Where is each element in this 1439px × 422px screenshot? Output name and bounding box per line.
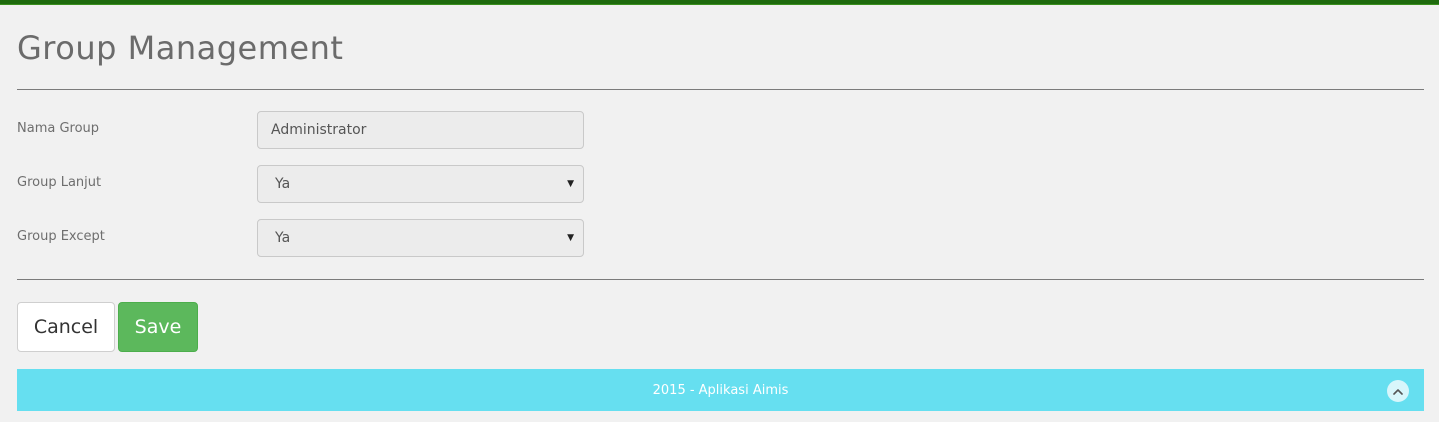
nama-group-input[interactable]: Administrator (257, 111, 584, 149)
chevron-up-icon (1393, 388, 1403, 395)
nama-group-value: Administrator (271, 122, 367, 138)
group-except-select[interactable]: Ya ▼ (257, 219, 584, 257)
form-row-group-except: Group Except Ya ▼ (17, 219, 617, 257)
form-row-group-lanjut: Group Lanjut Ya ▼ (17, 165, 617, 203)
chevron-down-icon: ▼ (567, 179, 574, 189)
cancel-button[interactable]: Cancel (17, 302, 115, 352)
group-except-label: Group Except (17, 229, 105, 244)
top-accent-bar (0, 0, 1439, 5)
group-lanjut-selected: Ya (275, 176, 291, 192)
title-divider (17, 89, 1424, 90)
form-row-nama-group: Nama Group Administrator (17, 111, 617, 149)
group-except-selected: Ya (275, 230, 291, 246)
footer-text: 2015 - Aplikasi Aimis (652, 382, 789, 398)
scroll-to-top-button[interactable] (1387, 380, 1409, 402)
save-button[interactable]: Save (118, 302, 198, 352)
form-divider (17, 279, 1424, 280)
page-title: Group Management (17, 29, 344, 67)
chevron-down-icon: ▼ (567, 233, 574, 243)
footer: 2015 - Aplikasi Aimis (17, 369, 1424, 411)
nama-group-label: Nama Group (17, 121, 100, 136)
group-lanjut-label: Group Lanjut (17, 175, 102, 190)
group-lanjut-select[interactable]: Ya ▼ (257, 165, 584, 203)
